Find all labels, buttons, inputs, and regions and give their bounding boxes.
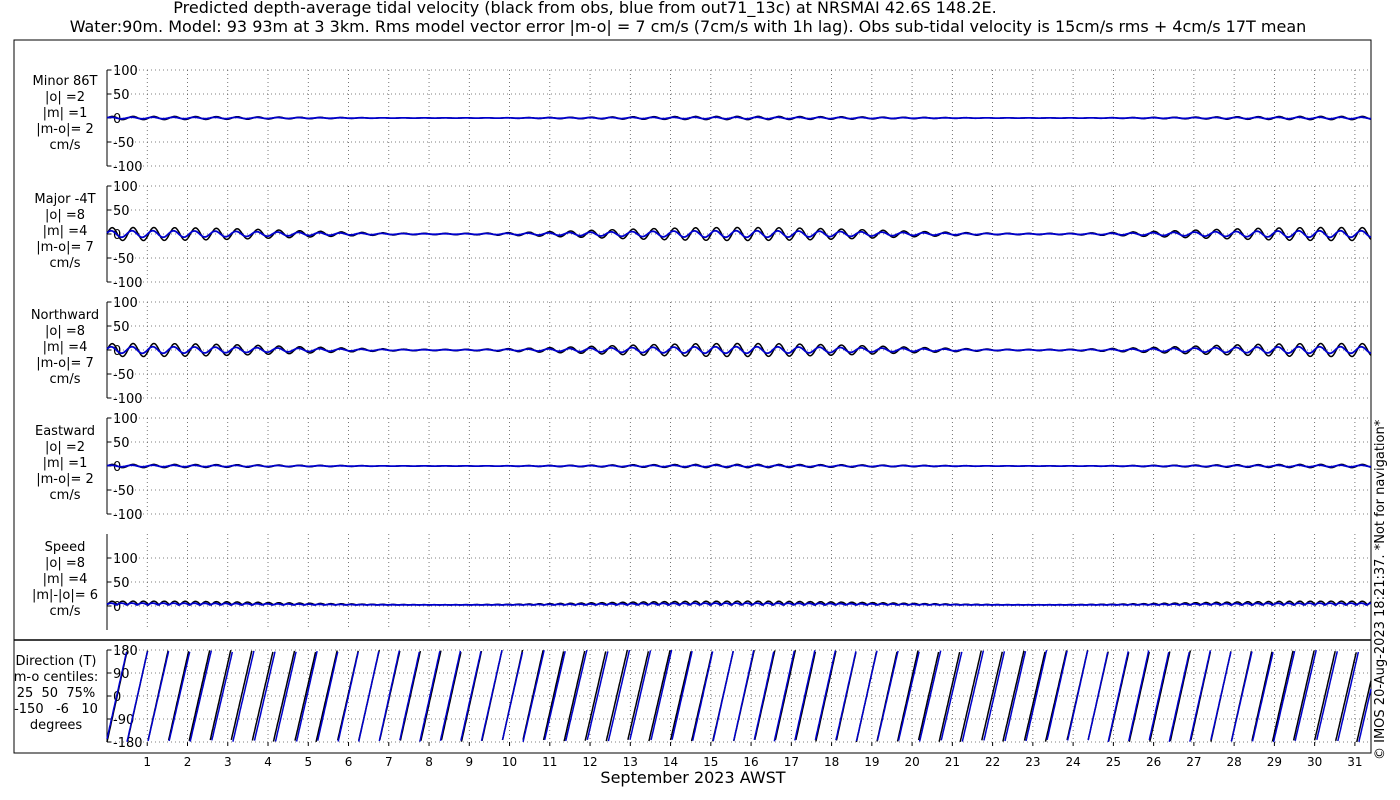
x-tick-label: 15 — [703, 755, 718, 769]
x-axis-label: September 2023 AWST — [600, 768, 786, 787]
chart-title-line-1: Predicted depth-average tidal velocity (… — [173, 0, 997, 17]
x-tick-label: 6 — [345, 755, 353, 769]
panel-label-speed: Speed |o| =8 |m| =4 |m|-|o|= 6 cm/s — [20, 540, 110, 620]
panel-label-line: cm/s — [49, 256, 81, 271]
northward-y-tick-label: -50 — [113, 368, 134, 383]
series-model-speed — [106, 602, 1372, 607]
eastward-y-tick-label: 100 — [113, 412, 138, 427]
major-y-tick-label: -100 — [113, 276, 143, 291]
x-tick-label: 27 — [1186, 755, 1201, 769]
panel-label-line: -150 -6 10 — [14, 702, 98, 717]
x-tick-label: 28 — [1226, 755, 1241, 769]
panel-label-eastward: Eastward |o| =2 |m| =1 |m-o|= 2 cm/s — [20, 424, 110, 504]
speed-y-tick-label: 50 — [113, 576, 130, 591]
panel-label-line: |m-o|= 7 — [36, 240, 94, 255]
x-tick-label: 8 — [425, 755, 433, 769]
panel-label-northward: Northward |o| =8 |m| =4 |m-o|= 7 cm/s — [20, 308, 110, 388]
panel-label-direction: Direction (T) m-o centiles: 25 50 75% -150 … — [6, 654, 106, 734]
x-tick-label: 29 — [1267, 755, 1282, 769]
panel-label-line: |o| =2 — [44, 90, 85, 105]
northward-y-tick-label: 100 — [113, 296, 138, 311]
panel-label-line: Major -4T — [34, 192, 96, 207]
x-tick-label: 23 — [1025, 755, 1040, 769]
panel-label-line: Minor 86T — [32, 74, 98, 89]
x-tick-label: 9 — [465, 755, 473, 769]
panel-label-line: |m| =1 — [42, 456, 88, 471]
x-tick-label: 22 — [985, 755, 1000, 769]
x-tick-label: 19 — [864, 755, 879, 769]
panel-label-line: cm/s — [49, 488, 81, 503]
panel-label-line: cm/s — [49, 372, 81, 387]
x-tick-label: 10 — [502, 755, 517, 769]
eastward-y-tick-label: -100 — [113, 508, 143, 523]
series-model-minor — [106, 116, 1372, 120]
x-tick-label: 24 — [1065, 755, 1080, 769]
panel-label-line: |o| =2 — [44, 440, 85, 455]
eastward-y-tick-label: -50 — [113, 484, 134, 499]
x-tick-label: 1 — [143, 755, 151, 769]
x-tick-label: 17 — [784, 755, 799, 769]
panel-label-line: |m-o|= 2 — [36, 472, 94, 487]
panel-label-line: |m| =1 — [42, 106, 88, 121]
speed-y-tick-label: 100 — [113, 552, 138, 567]
x-tick-label: 13 — [623, 755, 638, 769]
panel-label-line: |m-o|= 7 — [36, 356, 94, 371]
panel-label-minor: Minor 86T |o| =2 |m| =1 |m-o|= 2 cm/s — [20, 74, 110, 154]
panel-label-line: |m| =4 — [42, 572, 88, 587]
major-y-tick-label: -50 — [113, 252, 134, 267]
panel-label-line: cm/s — [49, 604, 81, 619]
x-tick-label: 16 — [743, 755, 758, 769]
x-tick-label: 21 — [945, 755, 960, 769]
panel-label-line: |o| =8 — [44, 324, 85, 339]
x-tick-label: 4 — [264, 755, 272, 769]
panel-label-line: cm/s — [49, 138, 81, 153]
x-tick-label: 12 — [582, 755, 597, 769]
panel-label-line: |m-o|= 2 — [36, 122, 94, 137]
minor-y-tick-label: -50 — [113, 136, 134, 151]
x-tick-label: 18 — [824, 755, 839, 769]
x-tick-label: 3 — [224, 755, 232, 769]
panel-label-line: |o| =8 — [44, 556, 85, 571]
x-tick-label: 31 — [1347, 755, 1362, 769]
panel-label-line: Eastward — [34, 424, 96, 439]
major-y-tick-label: 100 — [113, 180, 138, 195]
x-tick-label: 14 — [663, 755, 678, 769]
panel-label-line: |o| =8 — [44, 208, 85, 223]
x-tick-label: 5 — [304, 755, 312, 769]
x-tick-label: 26 — [1146, 755, 1161, 769]
panel-label-line: m-o centiles: — [13, 670, 99, 685]
minor-y-tick-label: 100 — [113, 64, 138, 79]
panel-label-line: Direction (T) — [15, 654, 97, 669]
panel-label-line: degrees — [29, 718, 83, 733]
minor-y-tick-label: 50 — [113, 88, 130, 103]
chart-title-line-2: Water:90m. Model: 93 93m at 3 3km. Rms m… — [69, 17, 1307, 36]
panel-label-line: 25 50 75% — [16, 686, 96, 701]
northward-y-tick-label: 50 — [113, 320, 130, 335]
northward-y-tick-label: -100 — [113, 392, 143, 407]
panel-label-line: |m|-|o|= 6 — [31, 588, 99, 603]
panel-label-line: |m| =4 — [42, 224, 88, 239]
x-tick-label: 11 — [542, 755, 557, 769]
x-tick-label: 30 — [1307, 755, 1322, 769]
minor-y-tick-label: -100 — [113, 160, 143, 175]
x-tick-label: 20 — [904, 755, 919, 769]
panel-label-line: Speed — [44, 540, 86, 555]
eastward-y-tick-label: 50 — [113, 436, 130, 451]
x-tick-label: 25 — [1106, 755, 1121, 769]
panel-label-line: Northward — [30, 308, 100, 323]
credit-text: © IMOS 20-Aug-2023 18:21:37. *Not for na… — [1373, 419, 1388, 760]
series-model-eastward — [106, 464, 1372, 468]
major-y-tick-label: 50 — [113, 204, 130, 219]
figure-frame — [13, 39, 1372, 754]
panel-label-line: |m| =4 — [42, 340, 88, 355]
x-tick-label: 2 — [184, 755, 192, 769]
x-tick-label: 7 — [385, 755, 393, 769]
tidal-velocity-figure: 1 2 3 4 5 6 7 8 9 10 11 12 13 14 15 16 17 18 19 20 21 22 23 24 2… — [13, 39, 1372, 769]
panel-label-major: Major -4T |o| =8 |m| =4 |m-o|= 7 cm/s — [20, 192, 110, 272]
